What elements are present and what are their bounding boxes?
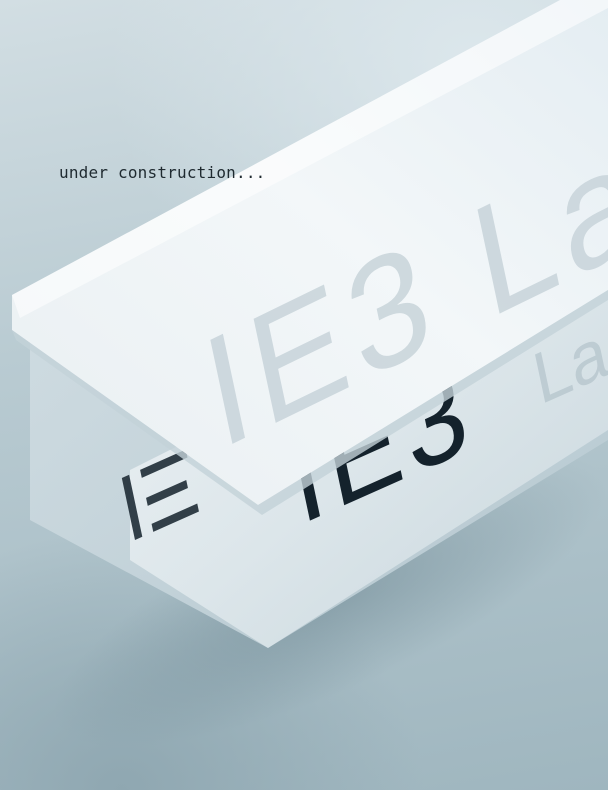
landing-page: IE3 IE3 Lab La under construction... [0,0,608,790]
under-construction-text: under construction... [59,163,266,182]
acrylic-block-photo: IE3 IE3 Lab La [12,0,608,748]
